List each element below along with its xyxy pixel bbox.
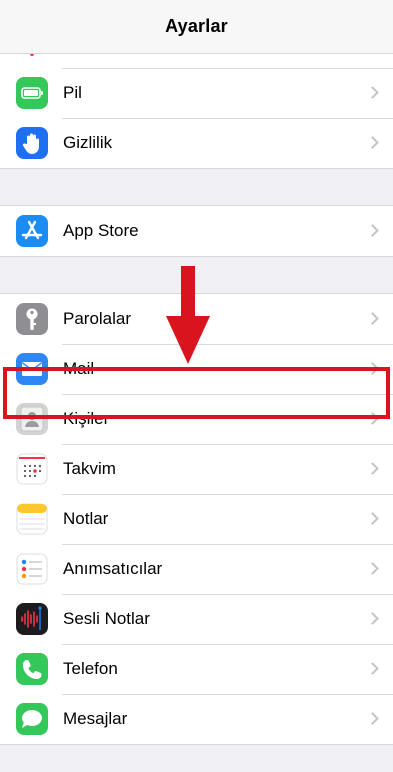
- chevron-right-icon: [366, 362, 379, 375]
- settings-row-label: Sesli Notlar: [63, 609, 150, 628]
- settings-group: App Store: [0, 205, 393, 257]
- settings-row-contacts[interactable]: Kişiler: [0, 394, 393, 444]
- settings-row-phone[interactable]: Telefon: [0, 644, 393, 694]
- phone-icon: [16, 653, 48, 685]
- settings-row-label: Notlar: [63, 509, 109, 528]
- settings-row-label: App Store: [63, 221, 139, 240]
- settings-row-label: Kişiler: [63, 409, 110, 428]
- settings-row-label: Telefon: [63, 659, 118, 678]
- contacts-icon: [16, 403, 48, 435]
- settings-row-label: Anımsatıcılar: [63, 559, 163, 578]
- section-gap: [0, 169, 393, 205]
- settings-row-messages[interactable]: Mesajlar: [0, 694, 393, 744]
- reminders-icon: [16, 553, 48, 585]
- settings-row-privacy[interactable]: Gizlilik: [0, 118, 393, 168]
- settings-row-reminders[interactable]: Anımsatıcılar: [0, 544, 393, 594]
- messages-icon: [16, 703, 48, 735]
- navigation-bar: Ayarlar: [0, 0, 393, 54]
- settings-row-notes[interactable]: Notlar: [0, 494, 393, 544]
- calendar-icon: [16, 453, 48, 485]
- settings-row-voice-memos[interactable]: Sesli Notlar: [0, 594, 393, 644]
- chevron-right-icon: [366, 712, 379, 725]
- settings-row-battery[interactable]: Pil: [0, 68, 393, 118]
- chevron-right-icon: [366, 224, 379, 237]
- settings-row-label: Pil: [63, 83, 82, 102]
- settings-row-calendar[interactable]: Takvim: [0, 444, 393, 494]
- settings-row-label: Takvim: [63, 459, 116, 478]
- hand-icon: [16, 127, 48, 159]
- chevron-right-icon: [366, 136, 379, 149]
- chevron-right-icon: [366, 86, 379, 99]
- chevron-right-icon: [366, 512, 379, 525]
- settings-row-label: Mail: [63, 359, 95, 378]
- notes-icon: [16, 503, 48, 535]
- settings-row-label: Gizlilik: [63, 133, 113, 152]
- voice-memos-icon: [16, 603, 48, 635]
- chevron-right-icon: [366, 462, 379, 475]
- chevron-right-icon: [366, 662, 379, 675]
- settings-row-app-store[interactable]: App Store: [0, 206, 393, 256]
- chevron-right-icon: [366, 412, 379, 425]
- battery-icon: [16, 77, 48, 109]
- settings-row-label: Parolalar: [63, 309, 132, 328]
- app-store-icon: [16, 215, 48, 247]
- chevron-right-icon: [366, 562, 379, 575]
- settings-row-label: Mesajlar: [63, 709, 128, 728]
- chevron-right-icon: [366, 612, 379, 625]
- page-title: Ayarlar: [165, 16, 228, 36]
- settings-list: Maruz Kalma BildirimleriPilGizlilikApp S…: [0, 17, 393, 745]
- annotation-arrow-icon: [166, 266, 210, 364]
- mail-icon: [16, 353, 48, 385]
- key-icon: [16, 303, 48, 335]
- chevron-right-icon: [366, 312, 379, 325]
